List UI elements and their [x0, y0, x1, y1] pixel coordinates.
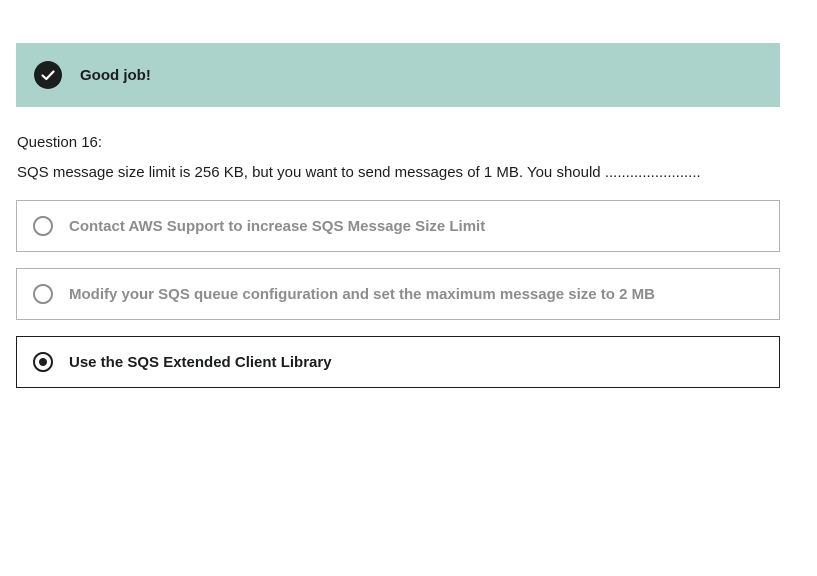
radio-button[interactable]: [33, 284, 53, 304]
answer-option-3[interactable]: Use the SQS Extended Client Library: [16, 336, 780, 388]
answer-options: Contact AWS Support to increase SQS Mess…: [16, 200, 780, 404]
answer-option-label: Modify your SQS queue configuration and …: [69, 285, 655, 303]
check-icon: [41, 70, 55, 81]
answer-option-label: Use the SQS Extended Client Library: [69, 353, 332, 371]
answer-option-1[interactable]: Contact AWS Support to increase SQS Mess…: [16, 200, 780, 252]
answer-option-label: Contact AWS Support to increase SQS Mess…: [69, 217, 486, 235]
question-number: Question 16:: [17, 134, 103, 151]
result-message: Good job!: [80, 66, 151, 84]
radio-button-selected[interactable]: [33, 352, 53, 372]
answer-option-2[interactable]: Modify your SQS queue configuration and …: [16, 268, 780, 320]
radio-selected-dot: [39, 358, 47, 366]
check-circle-icon: [34, 61, 62, 89]
radio-button[interactable]: [33, 216, 53, 236]
question-text: SQS message size limit is 256 KB, but yo…: [17, 164, 701, 181]
result-banner: Good job!: [16, 43, 780, 107]
